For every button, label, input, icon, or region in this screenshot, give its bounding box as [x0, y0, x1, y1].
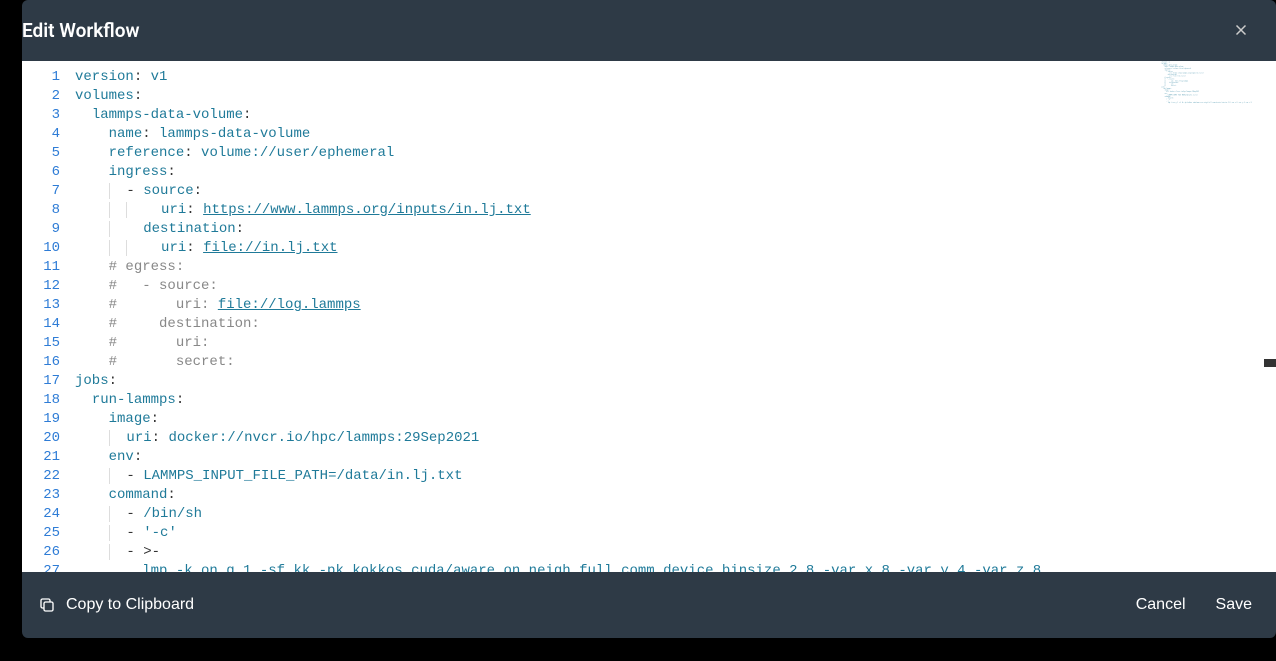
code-line[interactable]: ingress:: [75, 163, 1161, 182]
line-number: 14: [22, 315, 60, 334]
code-line[interactable]: # egress:: [75, 258, 1161, 277]
code-editor[interactable]: 1234567891011121314151617181920212223242…: [22, 61, 1276, 572]
code-line[interactable]: uri: docker://nvcr.io/hpc/lammps:29Sep20…: [75, 429, 1161, 448]
minimap-preview: version: v1 volumes: lammps-data-volume:…: [1161, 61, 1275, 104]
line-number: 19: [22, 410, 60, 429]
line-number: 24: [22, 505, 60, 524]
code-line[interactable]: destination:: [75, 220, 1161, 239]
line-number: 3: [22, 106, 60, 125]
code-line[interactable]: version: v1: [75, 68, 1161, 87]
code-area[interactable]: version: v1volumes: lammps-data-volume: …: [72, 61, 1161, 572]
line-number: 10: [22, 239, 60, 258]
line-number: 17: [22, 372, 60, 391]
line-number: 20: [22, 429, 60, 448]
edit-workflow-dialog: Edit Workflow 12345678910111213141516171…: [22, 0, 1276, 638]
copy-to-clipboard-button[interactable]: Copy to Clipboard: [38, 596, 194, 614]
code-line[interactable]: # - source:: [75, 277, 1161, 296]
code-line[interactable]: env:: [75, 448, 1161, 467]
code-line[interactable]: image:: [75, 410, 1161, 429]
dialog-header: Edit Workflow: [22, 0, 1276, 61]
save-button[interactable]: Save: [1214, 590, 1254, 620]
line-number: 22: [22, 467, 60, 486]
code-line[interactable]: lammps-data-volume:: [75, 106, 1161, 125]
line-number: 18: [22, 391, 60, 410]
copy-label: Copy to Clipboard: [66, 596, 194, 614]
line-number: 2: [22, 87, 60, 106]
code-line[interactable]: run-lammps:: [75, 391, 1161, 410]
line-number: 4: [22, 125, 60, 144]
line-number: 13: [22, 296, 60, 315]
code-line[interactable]: lmp -k on g 1 -sf kk -pk kokkos cuda/awa…: [75, 562, 1161, 572]
line-number: 8: [22, 201, 60, 220]
code-line[interactable]: # destination:: [75, 315, 1161, 334]
copy-icon: [38, 596, 56, 614]
cancel-button[interactable]: Cancel: [1134, 590, 1188, 620]
line-number: 16: [22, 353, 60, 372]
code-line[interactable]: - source:: [75, 182, 1161, 201]
code-line[interactable]: # secret:: [75, 353, 1161, 372]
dialog-title: Edit Workflow: [22, 19, 140, 42]
code-line[interactable]: # uri:: [75, 334, 1161, 353]
code-line[interactable]: command:: [75, 486, 1161, 505]
code-line[interactable]: jobs:: [75, 372, 1161, 391]
line-number: 5: [22, 144, 60, 163]
close-icon: [1232, 21, 1250, 39]
line-number-gutter: 1234567891011121314151617181920212223242…: [22, 61, 72, 572]
line-number: 6: [22, 163, 60, 182]
minimap[interactable]: version: v1 volumes: lammps-data-volume:…: [1161, 61, 1276, 572]
line-number: 7: [22, 182, 60, 201]
dialog-footer: Copy to Clipboard Cancel Save: [22, 572, 1276, 638]
line-number: 15: [22, 334, 60, 353]
minimap-slider[interactable]: [1264, 359, 1276, 367]
code-line[interactable]: - >-: [75, 543, 1161, 562]
line-number: 11: [22, 258, 60, 277]
code-line[interactable]: - '-c': [75, 524, 1161, 543]
line-number: 12: [22, 277, 60, 296]
line-number: 1: [22, 68, 60, 87]
code-line[interactable]: - /bin/sh: [75, 505, 1161, 524]
code-line[interactable]: # uri: file://log.lammps: [75, 296, 1161, 315]
line-number: 23: [22, 486, 60, 505]
line-number: 25: [22, 524, 60, 543]
line-number: 21: [22, 448, 60, 467]
code-line[interactable]: uri: file://in.lj.txt: [75, 239, 1161, 258]
code-line[interactable]: uri: https://www.lammps.org/inputs/in.lj…: [75, 201, 1161, 220]
code-line[interactable]: - LAMMPS_INPUT_FILE_PATH=/data/in.lj.txt: [75, 467, 1161, 486]
code-line[interactable]: volumes:: [75, 87, 1161, 106]
code-line[interactable]: name: lammps-data-volume: [75, 125, 1161, 144]
line-number: 26: [22, 543, 60, 562]
line-number: 9: [22, 220, 60, 239]
line-number: 27: [22, 562, 60, 572]
code-line[interactable]: reference: volume://user/ephemeral: [75, 144, 1161, 163]
close-button[interactable]: [1228, 17, 1254, 43]
